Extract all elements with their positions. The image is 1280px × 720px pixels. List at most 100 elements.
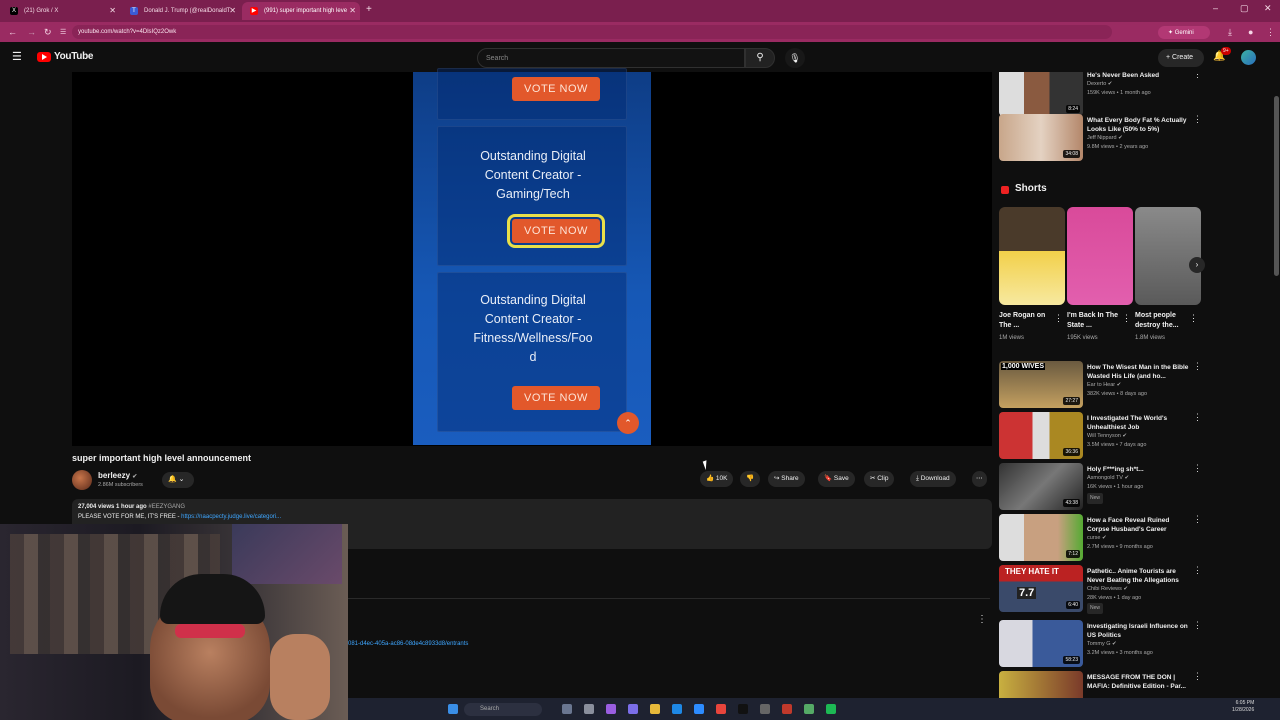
more-icon[interactable]: ⋮ (1193, 72, 1202, 80)
subscription-bell-button[interactable]: 🔔 ⌄ (162, 472, 194, 488)
recommended-video[interactable]: 1,000 WIVES 27:27 How The Wisest Man in … (999, 361, 1204, 409)
video-thumbnail[interactable]: THEY HATE IT 7.7 6:40 (999, 565, 1083, 612)
video-thumbnail[interactable]: 36:36 (999, 412, 1083, 459)
taskbar-search[interactable]: Search (464, 703, 542, 716)
video-title[interactable]: I Investigated The World's Unhealthiest … (1087, 414, 1193, 432)
hamburger-menu-icon[interactable]: ☰ (12, 50, 22, 63)
video-thumbnail[interactable] (999, 671, 1083, 698)
comment-link[interactable]: 081-d4ec-405a-ac86-08de4c8933d8/entrants (348, 641, 468, 647)
forward-icon[interactable]: → (27, 27, 36, 37)
search-button[interactable]: ⚲ (745, 48, 775, 68)
scrollbar-thumb[interactable] (1274, 96, 1279, 276)
maximize-icon[interactable]: ▢ (1240, 3, 1249, 14)
video-title[interactable]: He's Never Been Asked (1087, 72, 1193, 80)
shorts-next-button[interactable]: › (1189, 257, 1205, 273)
short-title[interactable]: Most people destroy the... (1135, 311, 1193, 331)
video-thumbnail[interactable]: 7:12 (999, 514, 1083, 561)
more-actions-button[interactable]: ⋯ (972, 471, 987, 487)
comment-more-icon[interactable]: ⋮ (977, 614, 987, 625)
recommended-video[interactable]: 58:23 Investigating Israeli Influence on… (999, 620, 1204, 668)
video-title[interactable]: Holy F***ing sh*t... (1087, 465, 1193, 474)
system-clock[interactable]: 6:05 PM 1/28/2026 (1232, 700, 1254, 714)
spotify-icon[interactable] (826, 704, 836, 714)
dislike-button[interactable]: 👎 (740, 471, 761, 487)
menu-icon[interactable]: ⋮ (1266, 27, 1275, 38)
search-input[interactable]: Search (477, 48, 745, 68)
downloads-icon[interactable]: ⤓ (1228, 27, 1232, 38)
url-field[interactable]: youtube.com/watch?v=4DlsIQz2Owk (72, 25, 1112, 39)
profile-icon[interactable]: ● (1248, 27, 1253, 37)
share-button[interactable]: ↪ Share (768, 471, 805, 487)
voice-search-button[interactable]: 🎙 (785, 48, 805, 68)
video-thumbnail[interactable]: 1,000 WIVES 27:27 (999, 361, 1083, 408)
file-explorer-icon[interactable] (584, 704, 594, 714)
video-title[interactable]: MESSAGE FROM THE DON | MAFIA: Definitive… (1087, 673, 1193, 691)
app-icon[interactable] (760, 704, 770, 714)
short-thumbnail[interactable] (1135, 207, 1201, 305)
description-link[interactable]: https://naacpecty.judge.live/categori... (181, 514, 281, 520)
save-button[interactable]: 🔖 Save (818, 471, 855, 487)
video-thumbnail[interactable]: 43:38 (999, 463, 1083, 510)
more-icon[interactable]: ⋮ (1193, 361, 1202, 372)
clip-button[interactable]: ✂ Clip (864, 471, 895, 487)
video-title[interactable]: How a Face Reveal Ruined Corpse Husband'… (1087, 516, 1193, 534)
recommended-video[interactable]: MESSAGE FROM THE DON | MAFIA: Definitive… (999, 671, 1204, 698)
more-icon[interactable]: ⋮ (1122, 313, 1131, 324)
app-icon[interactable] (606, 704, 616, 714)
vote-now-button[interactable]: VOTE NOW (512, 77, 600, 101)
more-icon[interactable]: ⋮ (1193, 412, 1202, 423)
close-window-icon[interactable]: ✕ (1264, 3, 1272, 14)
edge-icon[interactable] (672, 704, 682, 714)
video-thumbnail[interactable]: 58:23 (999, 620, 1083, 667)
minimize-icon[interactable]: – (1213, 3, 1218, 13)
tab-trump[interactable]: T Donald J. Trump (@realDonaldT ✕ (122, 2, 240, 20)
short-title[interactable]: I'm Back In The State ... (1067, 311, 1125, 331)
back-icon[interactable]: ← (8, 27, 17, 37)
close-icon[interactable]: ✕ (109, 6, 116, 15)
site-info-icon[interactable]: ☰ (60, 28, 66, 36)
more-icon[interactable]: ⋮ (1193, 671, 1202, 682)
start-icon[interactable] (448, 704, 458, 714)
video-title[interactable]: How The Wisest Man in the Bible Wasted H… (1087, 363, 1193, 381)
recommended-video[interactable]: 36:36 I Investigated The World's Unhealt… (999, 412, 1204, 460)
tab-youtube[interactable]: ▶ (991) super important high leve ✕ (242, 2, 360, 20)
task-view-icon[interactable] (562, 704, 572, 714)
short-thumbnail[interactable] (999, 207, 1065, 305)
account-avatar[interactable] (1241, 50, 1256, 65)
chrome-icon[interactable] (716, 704, 726, 714)
video-title[interactable]: Pathetic.. Anime Tourists are Never Beat… (1087, 567, 1193, 585)
app-icon[interactable] (804, 704, 814, 714)
like-button[interactable]: 👍 10K (700, 471, 734, 487)
download-button[interactable]: ⤓ Download (910, 471, 956, 487)
more-icon[interactable]: ⋮ (1193, 463, 1202, 474)
vote-now-button-highlighted[interactable]: VOTE NOW (507, 214, 605, 248)
folder-icon[interactable] (650, 704, 660, 714)
more-icon[interactable]: ⋮ (1193, 565, 1202, 576)
recommended-video[interactable]: 7:12 How a Face Reveal Ruined Corpse Hus… (999, 514, 1204, 562)
recommended-video[interactable]: 34:08 What Every Body Fat % Actually Loo… (999, 114, 1204, 162)
channel-name[interactable]: berleezy ✔ (98, 471, 137, 480)
more-icon[interactable]: ⋮ (1189, 313, 1198, 324)
video-title[interactable]: Investigating Israeli Influence on US Po… (1087, 622, 1193, 640)
scroll-up-button[interactable]: ⌃ (617, 412, 639, 434)
more-icon[interactable]: ⋮ (1054, 313, 1063, 324)
hashtag[interactable]: #EEZYGANG (148, 504, 185, 510)
recommended-video[interactable]: 8:24 He's Never Been Asked Dexerto ✔ 159… (999, 72, 1204, 117)
vote-now-button[interactable]: VOTE NOW (512, 386, 600, 410)
new-tab-button[interactable]: + (366, 4, 372, 15)
channel-avatar[interactable] (72, 470, 92, 490)
recommended-video[interactable]: THEY HATE IT 7.7 6:40 Pathetic.. Anime T… (999, 565, 1204, 614)
more-icon[interactable]: ⋮ (1193, 514, 1202, 525)
video-title[interactable]: What Every Body Fat % Actually Looks Lik… (1087, 116, 1193, 134)
close-icon[interactable]: ✕ (349, 6, 356, 15)
more-icon[interactable]: ⋮ (1193, 114, 1202, 125)
app-icon[interactable] (738, 704, 748, 714)
video-thumbnail[interactable]: 34:08 (999, 114, 1083, 161)
more-icon[interactable]: ⋮ (1193, 620, 1202, 631)
app-icon[interactable] (694, 704, 704, 714)
youtube-logo[interactable]: YouTube (37, 51, 94, 62)
close-icon[interactable]: ✕ (229, 6, 236, 15)
short-thumbnail[interactable] (1067, 207, 1133, 305)
short-title[interactable]: Joe Rogan on The ... (999, 311, 1057, 331)
app-icon[interactable] (782, 704, 792, 714)
